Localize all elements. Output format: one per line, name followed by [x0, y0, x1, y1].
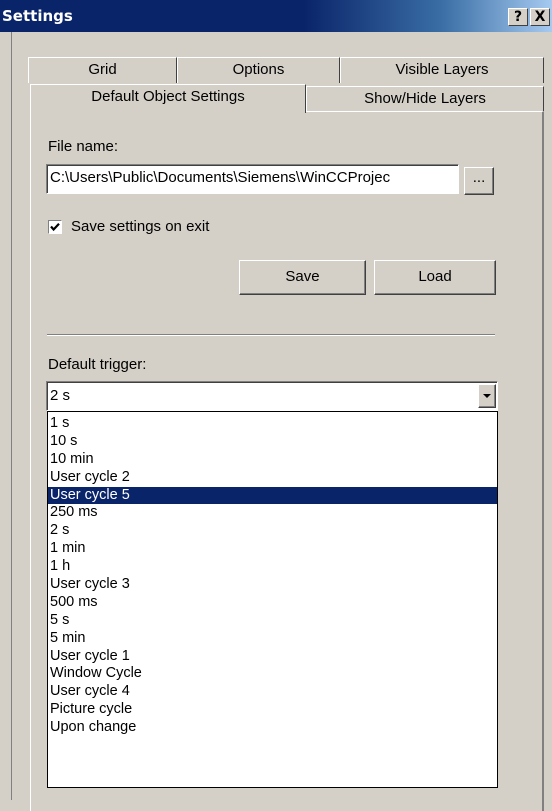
- default-trigger-value: 2 s: [50, 387, 71, 404]
- load-button[interactable]: Load: [374, 260, 496, 295]
- separator: [47, 334, 495, 336]
- save-button[interactable]: Save: [239, 260, 366, 295]
- close-button[interactable]: X: [530, 8, 550, 26]
- default-trigger-label: Default trigger:: [48, 356, 147, 373]
- browse-button[interactable]: ...: [464, 167, 494, 195]
- window-title: Settings: [2, 7, 73, 25]
- tab-show-hide-layers[interactable]: Show/Hide Layers: [306, 86, 544, 111]
- checkmark-icon: [50, 223, 60, 232]
- dropdown-option[interactable]: User cycle 1: [48, 648, 497, 666]
- title-bar[interactable]: Settings ? X: [0, 0, 552, 32]
- save-on-exit-checkbox[interactable]: [48, 220, 62, 234]
- dropdown-option[interactable]: Window Cycle: [48, 665, 497, 683]
- dropdown-option[interactable]: User cycle 2: [48, 469, 497, 487]
- file-name-field[interactable]: C:\Users\Public\Documents\Siemens\WinCCP…: [46, 164, 459, 194]
- save-on-exit-label: Save settings on exit: [71, 218, 210, 235]
- chevron-down-icon: [483, 394, 491, 398]
- tab-grid[interactable]: Grid: [28, 57, 177, 83]
- dropdown-option[interactable]: 1 h: [48, 558, 497, 576]
- dropdown-option[interactable]: 5 s: [48, 612, 497, 630]
- dropdown-option[interactable]: 10 min: [48, 451, 497, 469]
- window-left-frame: [0, 32, 12, 800]
- dropdown-option[interactable]: Upon change: [48, 719, 497, 737]
- dropdown-option[interactable]: User cycle 4: [48, 683, 497, 701]
- dropdown-option[interactable]: User cycle 3: [48, 576, 497, 594]
- dropdown-arrow-button[interactable]: [478, 384, 496, 408]
- tab-default-object-settings[interactable]: Default Object Settings: [30, 84, 306, 113]
- file-name-label: File name:: [48, 138, 119, 155]
- tab-options[interactable]: Options: [177, 57, 340, 83]
- dropdown-option[interactable]: 500 ms: [48, 594, 497, 612]
- dropdown-option[interactable]: 10 s: [48, 433, 497, 451]
- dropdown-option[interactable]: 5 min: [48, 630, 497, 648]
- dropdown-option[interactable]: 2 s: [48, 522, 497, 540]
- tab-visible-layers[interactable]: Visible Layers: [340, 57, 544, 83]
- dropdown-option[interactable]: 250 ms: [48, 504, 497, 522]
- dropdown-option[interactable]: 1 s: [48, 415, 497, 433]
- dropdown-option-highlighted[interactable]: User cycle 5: [48, 486, 497, 505]
- default-trigger-select[interactable]: 2 s: [46, 381, 498, 411]
- help-button[interactable]: ?: [508, 8, 528, 26]
- dropdown-option[interactable]: Picture cycle: [48, 701, 497, 719]
- dropdown-option[interactable]: 1 min: [48, 540, 497, 558]
- trigger-dropdown-list[interactable]: 1 s 10 s 10 min User cycle 2 User cycle …: [47, 411, 498, 788]
